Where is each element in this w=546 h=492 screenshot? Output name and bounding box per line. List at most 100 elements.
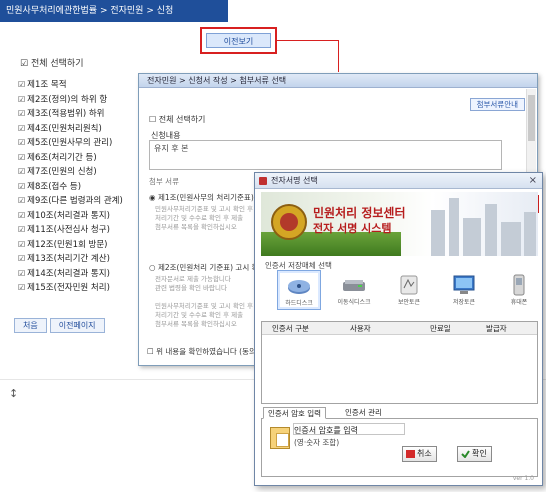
phone-icon bbox=[505, 273, 533, 297]
agree-label: 위 내용을 확인하였습니다 (동의) bbox=[156, 347, 259, 356]
column-header[interactable]: 사용자 bbox=[350, 322, 371, 335]
certificate-table[interactable]: 인증서 구분 사용자 만료일 발급자 bbox=[261, 321, 538, 404]
attachment-note: 첨부서류 목록을 확인하십시오 bbox=[155, 320, 237, 328]
building-graphic bbox=[485, 204, 497, 256]
page-title: 민원사무처리에관한법률 > 전자민원 > 신청 bbox=[0, 0, 228, 22]
storage-device-list: 하드디스크 이동식디스크 보안토큰 저장토큰 휴대폰 bbox=[265, 270, 535, 310]
column-header[interactable]: 인증서 구분 bbox=[272, 322, 309, 335]
building-graphic bbox=[501, 222, 521, 256]
device-harddisk[interactable]: 하드디스크 bbox=[277, 270, 321, 310]
building-graphic bbox=[524, 212, 536, 256]
password-prompt: 인증서 암호를 입력 bbox=[294, 426, 358, 435]
dialog-select-all[interactable]: ☐ 전체 선택하기 bbox=[149, 114, 205, 125]
device-phone[interactable]: 휴대폰 bbox=[497, 270, 541, 310]
list-item[interactable]: 제1조 목적 bbox=[18, 78, 143, 93]
select-all-checkbox[interactable]: ☑ 전체 선택하기 bbox=[20, 56, 83, 69]
attachment-note: 전자문서로 제출 가능합니다 bbox=[155, 275, 231, 283]
device-label: 보안토큰 bbox=[397, 299, 421, 306]
harddisk-icon bbox=[285, 274, 313, 298]
agree-checkbox[interactable]: ☐ 위 내용을 확인하였습니다 (동의) bbox=[147, 346, 259, 357]
list-item[interactable]: 제2조(정의)의 하위 항 bbox=[18, 93, 143, 108]
view-button[interactable]: 이전보기 bbox=[206, 33, 271, 48]
certificate-dialog: 전자서명 선택 × 민원처리 정보센터 전자 서명 시스템 인증서 저장매체 선… bbox=[254, 172, 543, 486]
attachment-note: 관련 법령을 확인 바랍니다 bbox=[155, 284, 227, 292]
list-item[interactable]: 제15조(전자민원 처리) bbox=[18, 281, 143, 296]
scrollbar-thumb[interactable] bbox=[528, 95, 535, 141]
cancel-label: 취소 bbox=[417, 449, 432, 458]
dialog-title: 전자민원 > 신청서 작성 > 첨부서류 선택 bbox=[139, 74, 537, 88]
callout-line-vertical bbox=[338, 40, 339, 72]
password-hint: (영·숫자 조합) bbox=[294, 438, 340, 447]
callout-line bbox=[277, 40, 339, 41]
attachment-note: 처리기간 및 수수료 확인 후 제출 bbox=[155, 214, 244, 222]
attachment-option-2[interactable]: ○ 제2조(민원처리 기준표) 고시 확인 bbox=[149, 262, 265, 273]
list-item[interactable]: 제11조(사전심사 청구) bbox=[18, 223, 143, 238]
device-label: 휴대폰 bbox=[510, 299, 528, 306]
certificate-icon bbox=[270, 427, 290, 449]
prev-page-button[interactable]: 이전페이지 bbox=[49, 318, 105, 333]
attachment-note: 처리기간 및 수수료 확인 후 제출 bbox=[155, 311, 244, 319]
guide-link-button[interactable]: 첨부서류안내 bbox=[469, 98, 525, 111]
highlighted-button-frame: 이전보기 bbox=[200, 27, 277, 54]
cancel-icon bbox=[406, 450, 415, 458]
list-item[interactable]: 제13조(처리기간 계산) bbox=[18, 252, 143, 267]
tab-password[interactable]: 인증서 암호 입력 bbox=[263, 407, 327, 419]
building-graphic bbox=[463, 218, 481, 256]
security-token-icon bbox=[395, 273, 423, 297]
column-header[interactable]: 발급자 bbox=[486, 322, 507, 335]
emblem-icon bbox=[271, 204, 307, 240]
device-label: 하드디스크 bbox=[285, 300, 313, 307]
list-item[interactable]: 제7조(민원의 신청) bbox=[18, 165, 143, 180]
attachment-note: 민원사무처리기준표 및 고시 확인 후 신청 bbox=[155, 302, 257, 310]
device-storage-token[interactable]: 저장토큰 bbox=[442, 270, 486, 310]
close-icon[interactable]: × bbox=[529, 173, 537, 189]
list-item[interactable]: 제3조(적용범위) 하위 bbox=[18, 107, 143, 122]
checkbox-icon: ☐ bbox=[147, 347, 157, 356]
building-graphic bbox=[431, 210, 445, 256]
list-item[interactable]: 제12조(민원1회 방문) bbox=[18, 238, 143, 253]
table-header: 인증서 구분 사용자 만료일 발급자 bbox=[262, 322, 537, 335]
pagination: 처음 이전페이지 bbox=[14, 318, 108, 333]
device-removable[interactable]: 이동식디스크 bbox=[332, 270, 376, 310]
banner-title: 민원처리 정보센터 bbox=[313, 206, 406, 220]
radio-icon: ○ bbox=[149, 263, 158, 272]
list-item[interactable]: 제9조(다른 법령과의 관계) bbox=[18, 194, 143, 209]
list-item[interactable]: 제5조(민원사무의 관리) bbox=[18, 136, 143, 151]
list-item[interactable]: 제8조(접수 등) bbox=[18, 180, 143, 195]
attachment-note: 민원사무처리기준표 및 고시 확인 후 신청 bbox=[155, 205, 257, 213]
content-textarea[interactable]: 유지 후 본 bbox=[149, 140, 502, 170]
removable-disk-icon bbox=[340, 273, 368, 297]
tab-bar: 인증서 암호 입력 인증서 관리 bbox=[261, 407, 538, 419]
device-label: 이동식디스크 bbox=[337, 299, 371, 306]
checkbox-icon: ☐ bbox=[149, 115, 159, 124]
tab-manage[interactable]: 인증서 관리 bbox=[341, 407, 386, 419]
confirm-icon bbox=[461, 450, 470, 458]
monitor-icon bbox=[450, 273, 478, 297]
column-header[interactable]: 만료일 bbox=[430, 322, 451, 335]
attachment-note: 첨부서류 목록을 확인하십시오 bbox=[155, 223, 237, 231]
list-item[interactable]: 제14조(처리결과 통지) bbox=[18, 267, 143, 282]
password-panel: 인증서 암호를 입력 (영·숫자 조합) 취소 확인 bbox=[261, 419, 538, 477]
list-item[interactable]: 제10조(처리결과 통지) bbox=[18, 209, 143, 224]
cancel-button[interactable]: 취소 bbox=[402, 446, 437, 462]
service-banner: 민원처리 정보센터 전자 서명 시스템 bbox=[261, 192, 538, 256]
resize-arrow-icon: ↕ bbox=[9, 387, 19, 400]
attachments-label: 첨부 서류 bbox=[149, 177, 179, 186]
first-page-button[interactable]: 처음 bbox=[14, 318, 47, 333]
list-item[interactable]: 제6조(처리기간 등) bbox=[18, 151, 143, 166]
cert-dialog-titlebar: 전자서명 선택 × bbox=[255, 173, 542, 189]
select-all-label: 전체 선택하기 bbox=[30, 59, 84, 69]
radio-icon: ◉ bbox=[149, 193, 158, 202]
confirm-button[interactable]: 확인 bbox=[457, 446, 492, 462]
article-list: 제1조 목적 제2조(정의)의 하위 항 제3조(적용범위) 하위 제4조(민원… bbox=[18, 78, 143, 296]
confirm-label: 확인 bbox=[472, 449, 487, 458]
banner-subtitle: 전자 서명 시스템 bbox=[313, 222, 392, 235]
checkbox-icon: ☑ bbox=[20, 59, 31, 69]
dialog-select-all-label: 전체 선택하기 bbox=[158, 115, 206, 124]
building-graphic bbox=[449, 198, 459, 256]
list-item[interactable]: 제4조(민원처리원칙) bbox=[18, 122, 143, 137]
cert-dialog-title: 전자서명 선택 bbox=[271, 176, 318, 185]
device-security-token[interactable]: 보안토큰 bbox=[387, 270, 431, 310]
attachment-option-1[interactable]: ◉ 제1조(민원사무의 처리기준표) 확인 bbox=[149, 192, 270, 203]
device-label: 저장토큰 bbox=[452, 299, 476, 306]
